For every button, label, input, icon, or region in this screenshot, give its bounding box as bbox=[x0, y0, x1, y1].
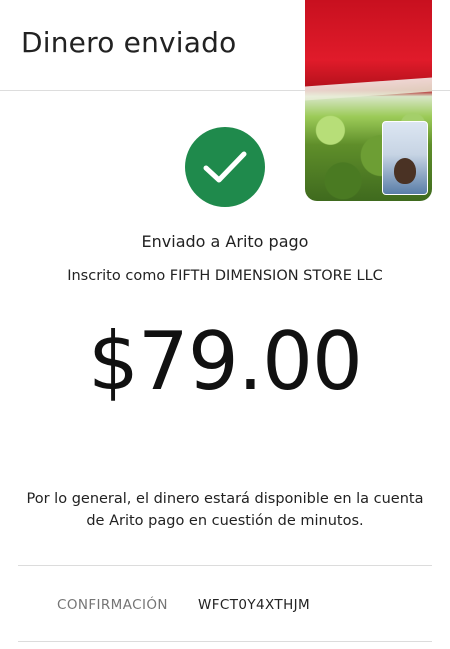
page-title: Dinero enviado bbox=[21, 26, 237, 59]
self-view-thumbnail[interactable] bbox=[382, 121, 428, 195]
success-checkmark-icon bbox=[185, 127, 265, 207]
checkmark-icon bbox=[203, 151, 247, 183]
amount-sent: $79.00 bbox=[88, 315, 363, 408]
divider bbox=[18, 641, 432, 642]
confirmation-label: CONFIRMACIÓN bbox=[57, 597, 168, 613]
video-call-overlay[interactable] bbox=[305, 0, 432, 201]
recipient-line: Enviado a Arito pago bbox=[141, 232, 309, 251]
enrolled-as-line: Inscrito como FIFTH DIMENSION STORE LLC bbox=[67, 268, 383, 284]
divider bbox=[18, 565, 432, 566]
confirmation-number: WFCT0Y4XTHJM bbox=[198, 597, 311, 613]
availability-note: Por lo general, el dinero estará disponi… bbox=[26, 491, 424, 529]
self-view-person bbox=[394, 158, 416, 184]
